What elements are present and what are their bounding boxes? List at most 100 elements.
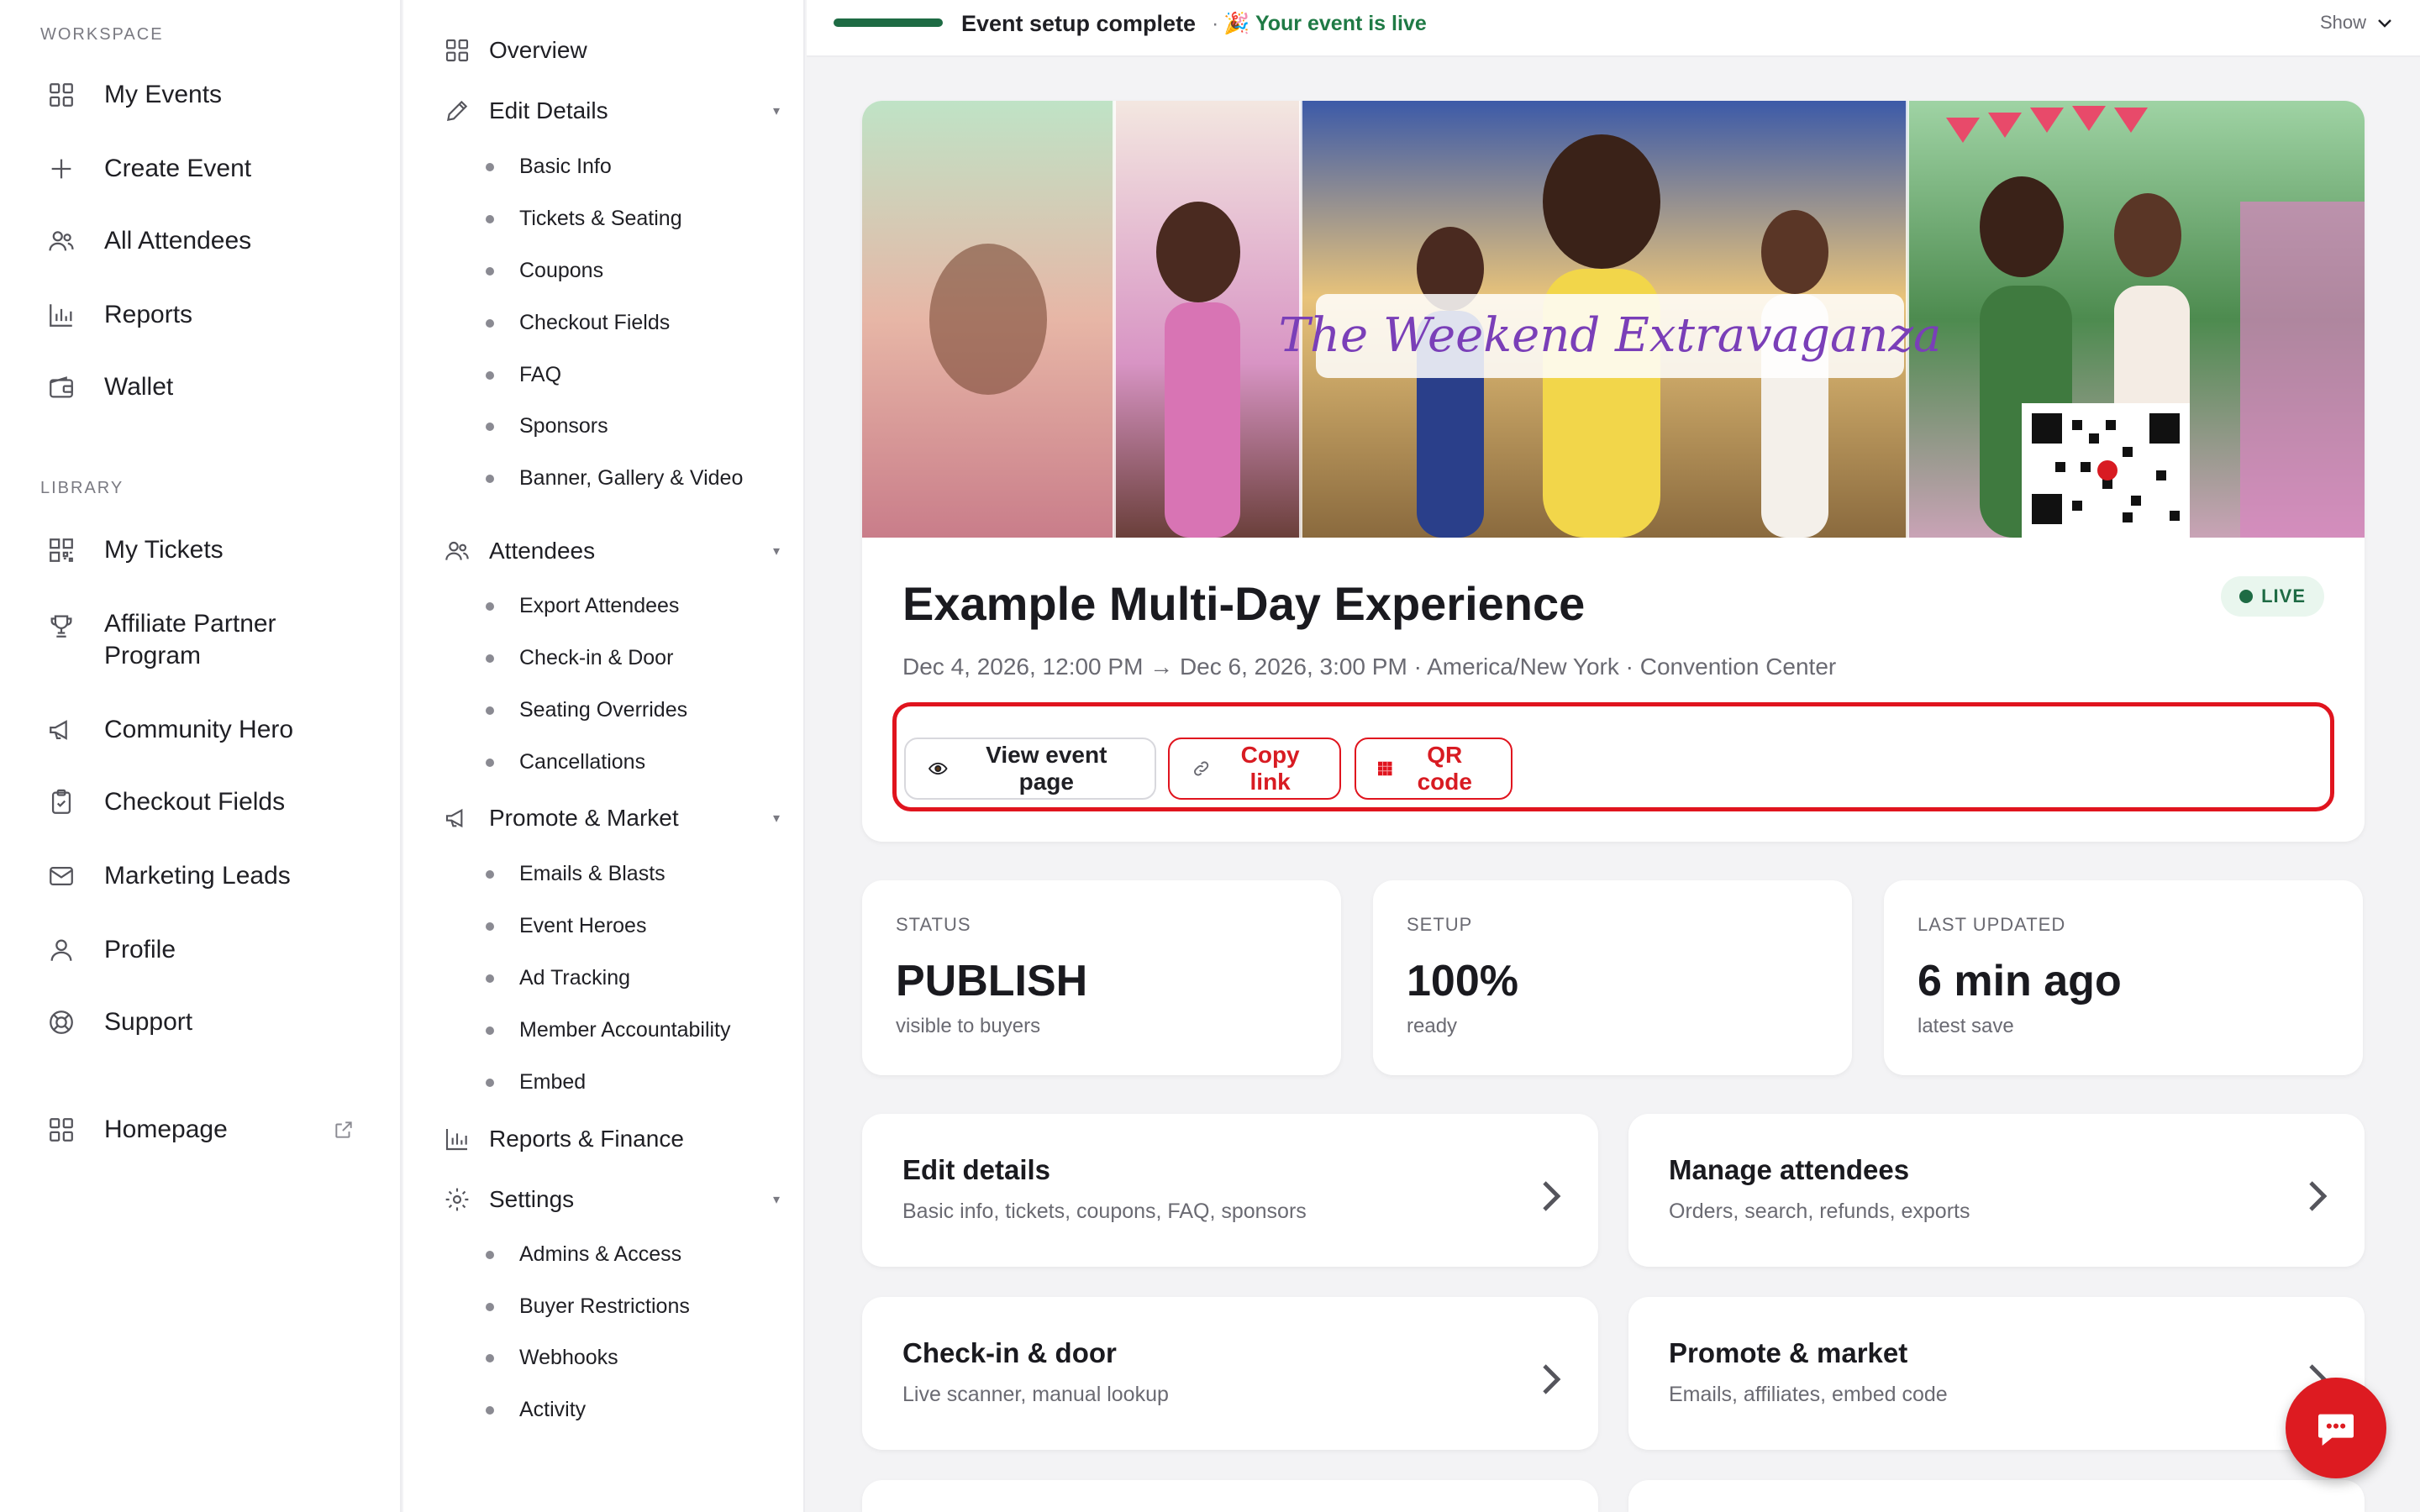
stat-subtext: latest save [1918,1015,2014,1037]
sidebar-item-marketing-leads[interactable]: Marketing Leads [47,862,291,890]
sidebar-item-homepage[interactable]: Homepage [47,1116,228,1144]
subnav-item-basic-info[interactable]: Basic Info [486,155,612,179]
sidebar-item-label: My Events [104,81,223,108]
card-description: Orders, search, refunds, exports [1669,1200,1970,1223]
subnav-item-buyer-restrictions[interactable]: Buyer Restrictions [486,1294,690,1319]
subnav-edit-details[interactable]: Edit Details ▾ [444,97,780,124]
button-label: Copy link [1240,742,1300,795]
subnav-item-label: Webhooks [519,1346,618,1369]
chevron-down-icon [2375,13,2395,33]
sidebar-item-my-events[interactable]: My Events [47,81,222,109]
subnav-item-label: Sponsors [519,414,608,438]
subnav-item-label: Banner, Gallery & Video [519,466,744,490]
sidebar-item-label: Reports [104,301,193,328]
subnav-item-label: Checkout Fields [519,311,671,334]
subnav-item-embed[interactable]: Embed [486,1070,586,1095]
sidebar-item-community-hero[interactable]: Community Hero [47,716,293,744]
subnav-item-label: Embed [519,1070,587,1094]
subnav-item-label: Coupons [519,259,604,282]
bar-chart-icon [444,1126,471,1152]
qr-code-button[interactable]: QR code [1355,738,1512,800]
subnav-item-tickets-seating[interactable]: Tickets & Seating [486,207,682,231]
copy-link-button[interactable]: Copy link [1168,738,1341,800]
subnav-item-checkout-fields[interactable]: Checkout Fields [486,311,670,335]
subnav-item-export-attendees[interactable]: Export Attendees [486,594,679,618]
sidebar-item-reports[interactable]: Reports [47,301,192,329]
show-toggle[interactable]: Show [2320,12,2395,34]
qr-icon [47,536,76,564]
subnav-item-label: Ad Tracking [519,966,631,990]
stat-label: SETUP [1407,914,1473,935]
next-card-partial[interactable] [862,1480,1598,1512]
users-icon [47,227,76,255]
sidebar-item-checkout-fields[interactable]: Checkout Fields [47,788,285,816]
bullet-dot [486,1302,494,1311]
sidebar-item-label: Create Event [104,155,252,182]
stat-value: 100% [1407,957,1518,1005]
subnav-item-webhooks[interactable]: Webhooks [486,1346,618,1370]
sidebar-item-all-attendees[interactable]: All Attendees [47,227,251,255]
bullet-dot [486,758,494,767]
subnav-item-banner-gallery-video[interactable]: Banner, Gallery & Video [486,466,743,491]
bullet-dot [486,974,494,983]
subnav-item-label: Tickets & Seating [519,207,682,230]
show-label: Show [2319,12,2366,33]
caret-down-icon[interactable]: ▾ [773,543,780,559]
subnav-item-ad-tracking[interactable]: Ad Tracking [486,966,630,990]
card-title: Promote & market [1669,1337,1908,1368]
bullet-dot [486,214,494,223]
caret-down-icon[interactable]: ▾ [773,1191,780,1208]
subnav-item-label: Emails & Blasts [519,862,666,885]
subnav-overview[interactable]: Overview [444,37,780,64]
bullet-dot [486,1405,494,1415]
sidebar-item-create-event[interactable]: Create Event [47,155,251,183]
subnav-attendees[interactable]: Attendees ▾ [444,538,780,564]
manage-attendees-card[interactable]: Manage attendees Orders, search, refunds… [1628,1114,2365,1267]
link-icon [1192,758,1211,780]
sidebar-item-my-tickets[interactable]: My Tickets [47,536,224,564]
workspace-section-label: WORKSPACE [40,25,164,44]
subnav-item-seating-overrides[interactable]: Seating Overrides [486,698,687,722]
subnav-reports-finance[interactable]: Reports & Finance [444,1126,780,1152]
next-card-partial[interactable] [1628,1480,2365,1512]
subnav-item-cancellations[interactable]: Cancellations [486,750,645,774]
promote-market-card[interactable]: Promote & market Emails, affiliates, emb… [1628,1297,2365,1450]
subnav-label: Promote & Market [489,805,679,831]
card-title: Edit details [902,1154,1051,1185]
sidebar-item-profile[interactable]: Profile [47,936,176,964]
subnav-item-faq[interactable]: FAQ [486,363,561,387]
view-event-page-button[interactable]: View event page [904,738,1156,800]
card-description: Live scanner, manual lookup [902,1383,1169,1406]
sidebar-item-label: Affiliate Partner Program [104,610,276,669]
sidebar-item-label: Support [104,1008,193,1036]
chat-bubble-icon [2312,1404,2360,1452]
subnav-item-admins-access[interactable]: Admins & Access [486,1242,681,1267]
subnav-item-coupons[interactable]: Coupons [486,259,603,283]
subnav-settings[interactable]: Settings ▾ [444,1186,780,1213]
edit-details-card[interactable]: Edit details Basic info, tickets, coupon… [862,1114,1598,1267]
event-summary-card: The Weekend Extravaganza Example Multi-D… [862,101,2365,842]
checkin-door-card[interactable]: Check-in & door Live scanner, manual loo… [862,1297,1598,1450]
bullet-dot [486,921,494,931]
subnav-item-member-accountability[interactable]: Member Accountability [486,1018,731,1042]
status-dot [2239,590,2254,603]
wallet-icon [47,373,76,402]
subnav-item-label: Basic Info [519,155,612,178]
subnav-item-event-heroes[interactable]: Event Heroes [486,914,646,938]
setup-status-text: Event setup complete [961,11,1197,36]
bullet-dot [486,162,494,171]
caret-down-icon[interactable]: ▾ [773,102,780,119]
subnav-item-emails-blasts[interactable]: Emails & Blasts [486,862,666,886]
sidebar-item-affiliate-program[interactable]: Affiliate Partner Program [47,608,350,672]
sidebar-item-wallet[interactable]: Wallet [47,373,173,402]
caret-down-icon[interactable]: ▾ [773,810,780,827]
sidebar-item-support[interactable]: Support [47,1008,192,1037]
subnav-item-sponsors[interactable]: Sponsors [486,414,608,438]
bullet-dot [486,601,494,611]
subnav-promote-market[interactable]: Promote & Market ▾ [444,805,780,832]
subnav-item-checkin-door[interactable]: Check-in & Door [486,646,673,670]
subnav-item-activity[interactable]: Activity [486,1398,586,1422]
chat-button[interactable] [2286,1378,2386,1478]
subnav-item-label: Cancellations [519,750,646,774]
external-link-icon[interactable] [333,1119,355,1141]
